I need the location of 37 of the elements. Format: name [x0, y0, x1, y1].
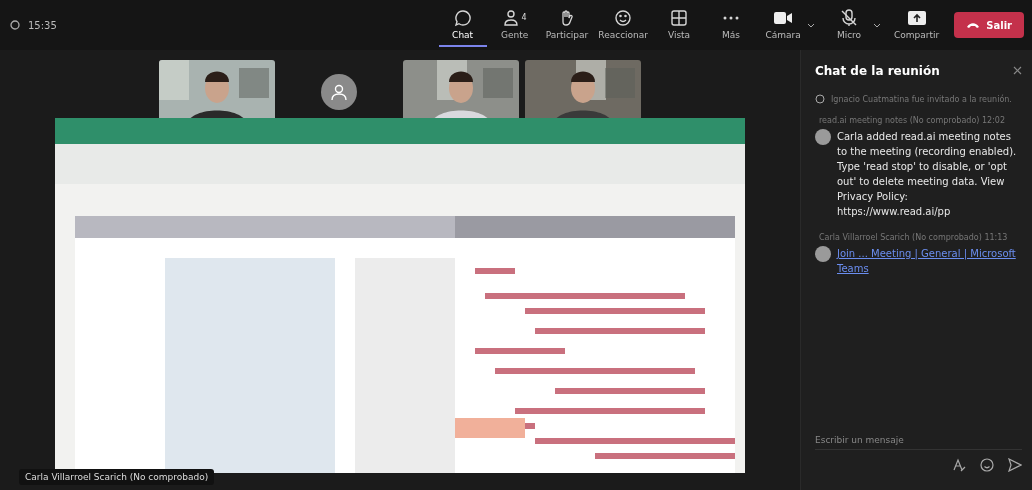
avatar-icon [815, 246, 831, 262]
microphone-icon [840, 8, 859, 27]
message-meta: read.ai meeting notes (No comprobado) 12:02 [819, 116, 1007, 125]
smiley-icon [614, 8, 633, 27]
emoji-button[interactable] [980, 458, 994, 472]
camera-icon [773, 10, 794, 25]
people-icon [502, 8, 521, 27]
phone-icon [966, 21, 981, 29]
people-count: 4 [521, 13, 527, 22]
share-icon [906, 9, 927, 26]
toolbar-button[interactable]: Más [707, 3, 756, 47]
device-button[interactable]: Compartir [891, 3, 943, 47]
message-meta: Carla Villarroel Scarich (No comprobado) 11:13 [819, 233, 1009, 242]
caret-icon[interactable] [873, 22, 882, 28]
event-text: Ignacio Cuatmatina fue invitado a la reunión. [831, 94, 1012, 104]
message-text: Carla added read.ai meeting notes to the meeting (recording enabled). Type 'read stop' to disable, or 'opt out' to delete meeting data. View Privacy Policy: https://www.read.ai/pp [837, 130, 1018, 219]
toolbar-button[interactable]: Vista [655, 3, 704, 47]
format-button[interactable] [952, 458, 966, 472]
more-icon [722, 14, 741, 21]
presenter-name: Carla Villarroel Scarich (No comprobado) [19, 469, 215, 485]
chat-title: Chat de la reunión [815, 64, 940, 78]
meeting-time: 15:35 [28, 19, 57, 31]
meeting-link[interactable]: Join ... Meeting | General | Microsoft Teams [837, 246, 1022, 276]
device-button[interactable]: Cámara [759, 3, 808, 47]
toolbar-button[interactable]: 4 Gente [490, 3, 539, 47]
avatar-icon [815, 129, 831, 145]
toolbar-button[interactable]: Reaccionar [595, 3, 652, 47]
toolbar-button[interactable]: Chat [438, 3, 487, 47]
leave-button[interactable]: Salir [954, 12, 1024, 38]
toolbar-button[interactable]: Participar [542, 3, 592, 47]
grid-icon [670, 8, 689, 27]
message-field[interactable]: Escribir un mensaje [815, 431, 1022, 450]
device-button[interactable]: Micro [825, 3, 874, 47]
caret-icon[interactable] [807, 22, 816, 28]
avatar-icon [321, 74, 357, 110]
send-button[interactable] [1008, 458, 1022, 472]
chat-icon [453, 8, 472, 27]
